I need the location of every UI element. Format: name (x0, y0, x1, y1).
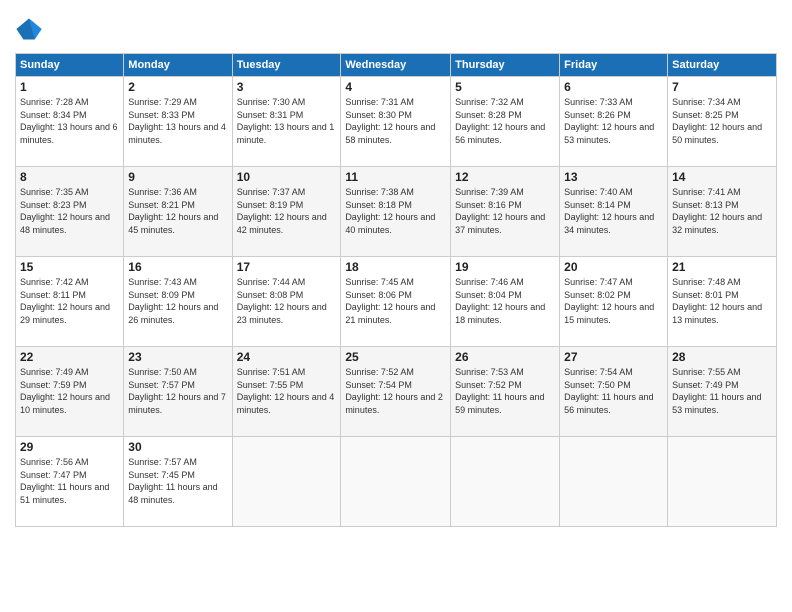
table-row: 10Sunrise: 7:37 AMSunset: 8:19 PMDayligh… (232, 167, 341, 257)
table-row (560, 437, 668, 527)
table-row: 5Sunrise: 7:32 AMSunset: 8:28 PMDaylight… (451, 77, 560, 167)
table-row: 21Sunrise: 7:48 AMSunset: 8:01 PMDayligh… (668, 257, 777, 347)
col-friday: Friday (560, 54, 668, 77)
col-saturday: Saturday (668, 54, 777, 77)
table-row: 25Sunrise: 7:52 AMSunset: 7:54 PMDayligh… (341, 347, 451, 437)
table-row: 8Sunrise: 7:35 AMSunset: 8:23 PMDaylight… (16, 167, 124, 257)
col-thursday: Thursday (451, 54, 560, 77)
table-row: 11Sunrise: 7:38 AMSunset: 8:18 PMDayligh… (341, 167, 451, 257)
table-row: 1Sunrise: 7:28 AMSunset: 8:34 PMDaylight… (16, 77, 124, 167)
header (15, 15, 777, 43)
table-row: 27Sunrise: 7:54 AMSunset: 7:50 PMDayligh… (560, 347, 668, 437)
col-sunday: Sunday (16, 54, 124, 77)
table-row (232, 437, 341, 527)
table-row: 15Sunrise: 7:42 AMSunset: 8:11 PMDayligh… (16, 257, 124, 347)
page: Sunday Monday Tuesday Wednesday Thursday… (0, 0, 792, 612)
calendar-table: Sunday Monday Tuesday Wednesday Thursday… (15, 53, 777, 527)
table-row: 6Sunrise: 7:33 AMSunset: 8:26 PMDaylight… (560, 77, 668, 167)
table-row: 2Sunrise: 7:29 AMSunset: 8:33 PMDaylight… (124, 77, 232, 167)
col-tuesday: Tuesday (232, 54, 341, 77)
table-row: 3Sunrise: 7:30 AMSunset: 8:31 PMDaylight… (232, 77, 341, 167)
table-row (668, 437, 777, 527)
table-row: 20Sunrise: 7:47 AMSunset: 8:02 PMDayligh… (560, 257, 668, 347)
table-row: 22Sunrise: 7:49 AMSunset: 7:59 PMDayligh… (16, 347, 124, 437)
table-row: 19Sunrise: 7:46 AMSunset: 8:04 PMDayligh… (451, 257, 560, 347)
col-wednesday: Wednesday (341, 54, 451, 77)
logo (15, 15, 45, 43)
col-monday: Monday (124, 54, 232, 77)
table-row (451, 437, 560, 527)
table-row: 4Sunrise: 7:31 AMSunset: 8:30 PMDaylight… (341, 77, 451, 167)
table-row: 9Sunrise: 7:36 AMSunset: 8:21 PMDaylight… (124, 167, 232, 257)
table-row: 26Sunrise: 7:53 AMSunset: 7:52 PMDayligh… (451, 347, 560, 437)
table-row: 23Sunrise: 7:50 AMSunset: 7:57 PMDayligh… (124, 347, 232, 437)
table-row: 24Sunrise: 7:51 AMSunset: 7:55 PMDayligh… (232, 347, 341, 437)
table-row: 30Sunrise: 7:57 AMSunset: 7:45 PMDayligh… (124, 437, 232, 527)
table-row (341, 437, 451, 527)
table-row: 16Sunrise: 7:43 AMSunset: 8:09 PMDayligh… (124, 257, 232, 347)
logo-icon (15, 15, 43, 43)
calendar-header-row: Sunday Monday Tuesday Wednesday Thursday… (16, 54, 777, 77)
table-row: 7Sunrise: 7:34 AMSunset: 8:25 PMDaylight… (668, 77, 777, 167)
table-row: 13Sunrise: 7:40 AMSunset: 8:14 PMDayligh… (560, 167, 668, 257)
table-row: 18Sunrise: 7:45 AMSunset: 8:06 PMDayligh… (341, 257, 451, 347)
table-row: 29Sunrise: 7:56 AMSunset: 7:47 PMDayligh… (16, 437, 124, 527)
table-row: 28Sunrise: 7:55 AMSunset: 7:49 PMDayligh… (668, 347, 777, 437)
table-row: 12Sunrise: 7:39 AMSunset: 8:16 PMDayligh… (451, 167, 560, 257)
table-row: 17Sunrise: 7:44 AMSunset: 8:08 PMDayligh… (232, 257, 341, 347)
table-row: 14Sunrise: 7:41 AMSunset: 8:13 PMDayligh… (668, 167, 777, 257)
